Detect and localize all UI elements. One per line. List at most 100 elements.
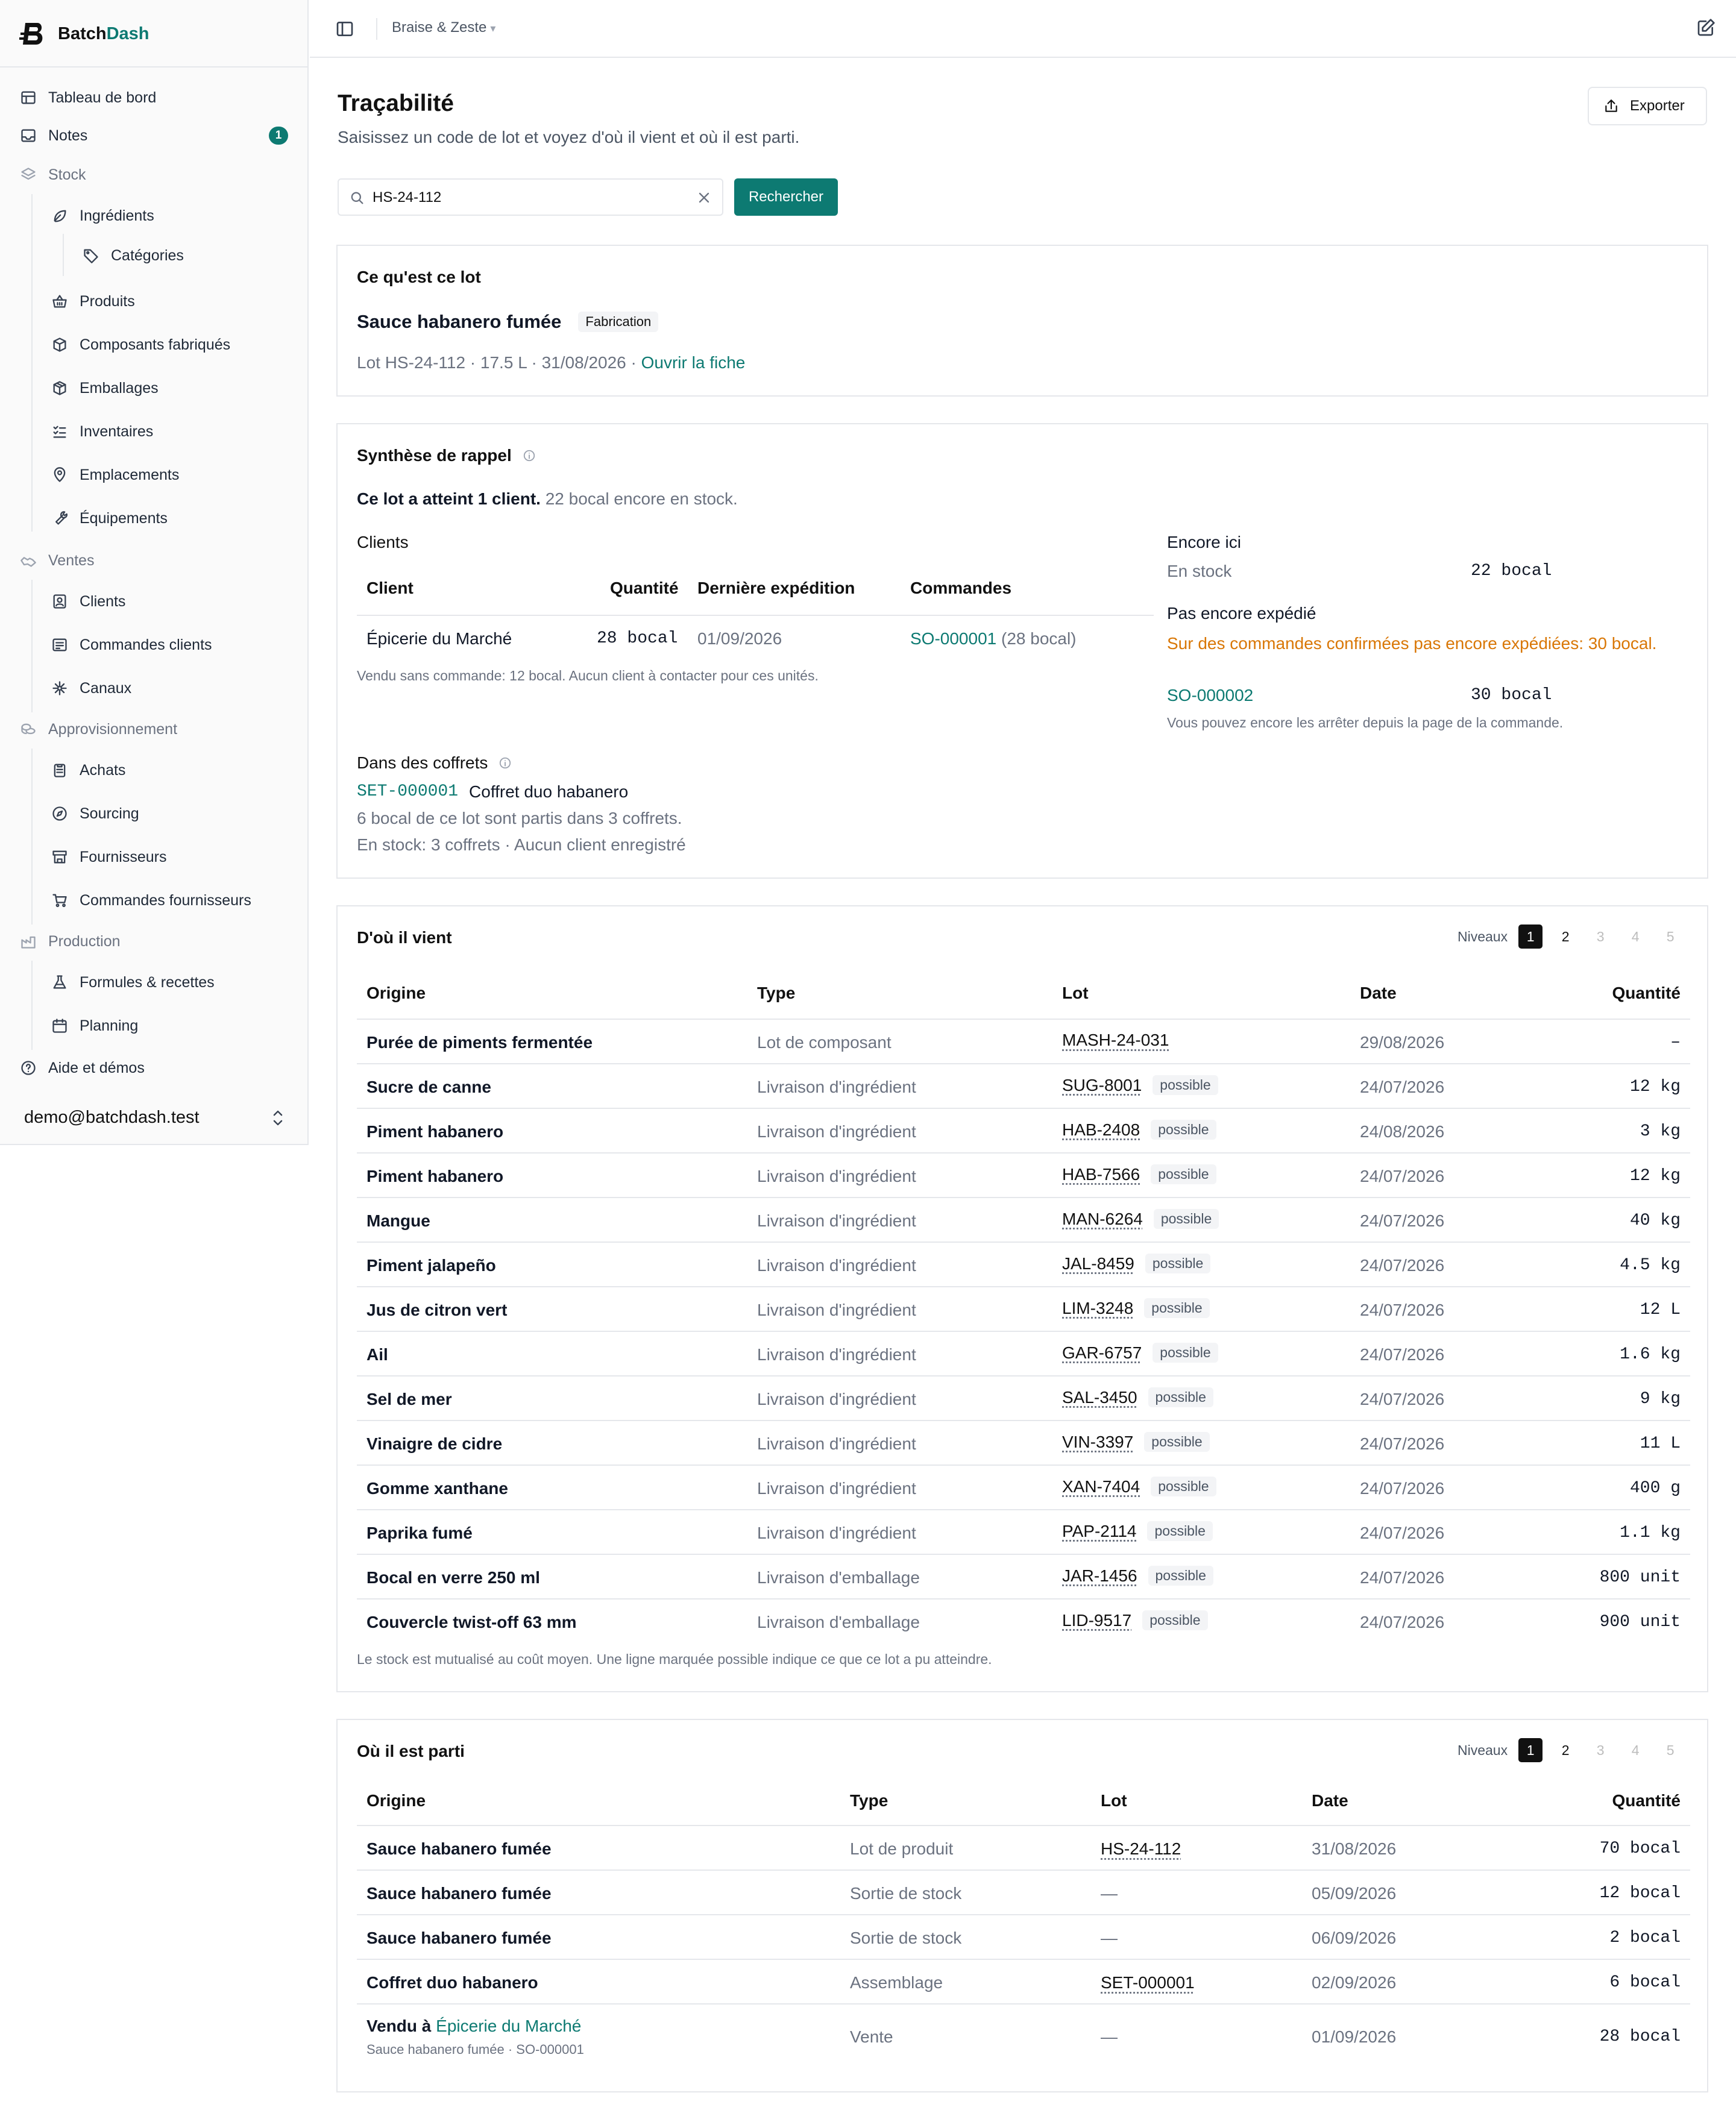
sale-client-link[interactable]: Épicerie du Marché (436, 2017, 581, 2035)
lot-link[interactable]: GAR-6757 (1062, 1343, 1142, 1363)
brand[interactable]: BatchDash (19, 20, 149, 47)
table-row: Épicerie du Marché 28 bocal 01/09/2026 S… (357, 615, 1154, 659)
level-5-button[interactable]: 5 (1658, 925, 1682, 949)
brand-name: BatchDash (58, 24, 149, 43)
sidebar-item-packaging[interactable]: Emballages (0, 371, 307, 405)
set-link[interactable]: SET-000001 (357, 782, 458, 802)
origin-name: Vinaigre de cidre (366, 1434, 503, 1453)
lot-link[interactable]: PAP-2114 (1062, 1522, 1136, 1541)
edit-icon[interactable] (1696, 18, 1716, 37)
sidebar-item-suppliers[interactable]: Fournisseurs (0, 840, 307, 874)
sidebar-item-locations[interactable]: Emplacements (0, 458, 307, 492)
lot-link[interactable]: HS-24-112 (1101, 1839, 1181, 1858)
sidebar-item-supplier-orders[interactable]: Commandes fournisseurs (0, 884, 307, 917)
lot-search-input[interactable] (373, 186, 686, 210)
sidebar-toggle-icon[interactable] (335, 19, 354, 39)
lot-link[interactable]: VIN-3397 (1062, 1433, 1133, 1452)
order-link[interactable]: SO-000001 (910, 629, 996, 648)
sidebar-item-recipes[interactable]: Formules & recettes (0, 965, 307, 999)
lot-link[interactable]: JAL-8459 (1062, 1254, 1134, 1273)
lot-link[interactable]: SAL-3450 (1062, 1388, 1137, 1407)
sidebar-item-inventories[interactable]: Inventaires (0, 415, 307, 448)
sidebar-item-equipment[interactable]: Équipements (0, 501, 307, 535)
possible-badge: possible (1145, 1254, 1211, 1273)
lot-link[interactable]: HAB-7566 (1062, 1165, 1140, 1184)
level-3-button[interactable]: 3 (1588, 1738, 1612, 1762)
sidebar-item-planning[interactable]: Planning (0, 1009, 307, 1043)
sidebar-group-supply[interactable]: Approvisionnement (0, 712, 307, 746)
destination-lot: HS-24-112 (1101, 1839, 1181, 1859)
origin-footnote: Le stock est mutualisé au coût moyen. Un… (357, 1651, 992, 1667)
info-icon[interactable] (498, 756, 512, 770)
table-icon (19, 89, 37, 107)
level-2-button[interactable]: 2 (1553, 925, 1577, 949)
level-1-button[interactable]: 1 (1518, 1738, 1543, 1762)
sidebar-item-help[interactable]: Aide et démos (0, 1051, 307, 1085)
origin-date: 24/07/2026 (1360, 1301, 1445, 1319)
sidebar-item-ingredients[interactable]: Ingrédients (0, 199, 307, 233)
lot-link[interactable]: MASH-24-031 (1062, 1031, 1169, 1050)
clear-icon[interactable] (696, 189, 712, 206)
sale-quantity: 28 bocal (1599, 2027, 1681, 2046)
possible-badge: possible (1148, 1566, 1213, 1586)
sidebar-item-dashboard[interactable]: Tableau de bord (0, 81, 307, 115)
level-3-button[interactable]: 3 (1588, 925, 1612, 949)
sidebar-item-sourcing[interactable]: Sourcing (0, 797, 307, 830)
lot-link[interactable]: MAN-6264 (1062, 1210, 1143, 1229)
tag-icon (82, 246, 100, 265)
export-button[interactable]: Exporter (1588, 87, 1707, 125)
col-type: Type (757, 984, 796, 1002)
level-4-button[interactable]: 4 (1623, 925, 1647, 949)
lot-link[interactable]: JAR-1456 (1062, 1566, 1137, 1586)
origin-date: 24/07/2026 (1360, 1434, 1445, 1453)
sidebar-item-label: Emballages (80, 379, 159, 397)
table-row: Jus de citron vert Livraison d'ingrédient… (357, 1286, 1690, 1331)
lot-link[interactable]: SUG-8001 (1062, 1076, 1142, 1095)
level-4-button[interactable]: 4 (1623, 1738, 1647, 1762)
origin-lot: PAP-2114 possible (1062, 1521, 1213, 1541)
origin-name: Piment jalapeño (366, 1256, 496, 1275)
level-2-button[interactable]: 2 (1553, 1738, 1577, 1762)
sidebar-item-label: Composants fabriqués (80, 336, 231, 353)
workspace-switcher[interactable]: Braise & Zeste ▾ (392, 19, 495, 36)
origin-quantity: 11 L (1640, 1434, 1681, 1453)
sidebar-item-clients[interactable]: Clients (0, 585, 307, 618)
set-summary-line: 6 bocal de ce lot sont partis dans 3 cof… (357, 809, 682, 827)
level-1-button[interactable]: 1 (1518, 925, 1543, 949)
sidebar-group-stock[interactable]: Stock (0, 158, 307, 192)
pending-order-link[interactable]: SO-000002 (1167, 686, 1253, 705)
search-field[interactable] (338, 178, 723, 216)
sidebar-item-notes[interactable]: Notes 1 (0, 119, 307, 152)
sidebar-item-client-orders[interactable]: Commandes clients (0, 628, 307, 662)
sidebar-item-categories[interactable]: Catégories (0, 239, 307, 272)
user-menu[interactable]: demo@batchdash.test (0, 1099, 307, 1135)
destination-date: 02/09/2026 (1312, 1973, 1397, 1992)
lot-link[interactable]: HAB-2408 (1062, 1120, 1140, 1140)
sidebar-item-label: Canaux (80, 679, 132, 697)
info-icon[interactable] (523, 449, 536, 462)
sidebar-item-components[interactable]: Composants fabriqués (0, 328, 307, 362)
col-orders: Commandes (910, 579, 1012, 597)
open-lot-link[interactable]: Ouvrir la fiche (641, 353, 746, 372)
sidebar-group-sales[interactable]: Ventes (0, 544, 307, 577)
search-button[interactable]: Rechercher (734, 178, 838, 216)
levels-label: Niveaux (1458, 928, 1508, 944)
destination-type: Sortie de stock (850, 1884, 962, 1903)
layers-icon (19, 166, 37, 184)
sidebar-item-purchases[interactable]: Achats (0, 753, 307, 787)
sidebar-item-products[interactable]: Produits (0, 284, 307, 318)
origin-name: Piment habanero (366, 1167, 504, 1185)
help-circle-icon (19, 1059, 37, 1077)
origin-quantity: 40 kg (1629, 1211, 1681, 1230)
table-row: Purée de piments fermentée Lot de composa… (357, 1019, 1690, 1063)
origin-name: Gomme xanthane (366, 1479, 508, 1498)
lot-link[interactable]: XAN-7404 (1062, 1477, 1140, 1496)
sidebar-item-channels[interactable]: Canaux (0, 671, 307, 705)
lot-link[interactable]: LIM-3248 (1062, 1299, 1133, 1318)
sidebar-group-production[interactable]: Production (0, 925, 307, 958)
lot-link[interactable]: SET-000001 (1101, 1973, 1195, 1992)
topbar-divider (376, 18, 377, 40)
level-5-button[interactable]: 5 (1658, 1738, 1682, 1762)
origin-lot: SAL-3450 possible (1062, 1387, 1213, 1407)
lot-link[interactable]: LID-9517 (1062, 1611, 1131, 1630)
